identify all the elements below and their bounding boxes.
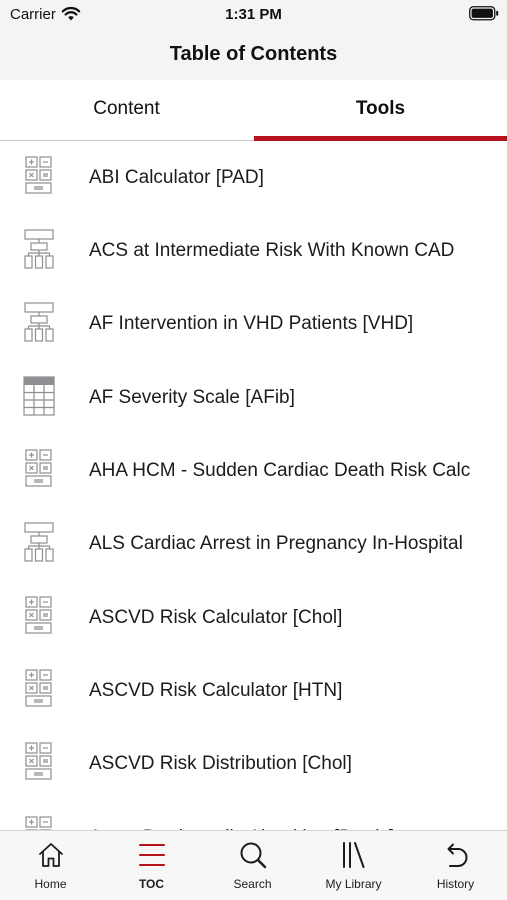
calculator-icon — [23, 155, 55, 197]
tab-bar-label: Home — [34, 877, 67, 891]
tab-bar-toc[interactable]: TOC — [101, 831, 202, 900]
tab-content[interactable]: Content — [0, 80, 253, 141]
calculator-icon — [23, 595, 55, 637]
list-item[interactable]: AF Severity Scale [AFib] — [0, 361, 507, 434]
list-item[interactable]: ABI Calculator [PAD] — [0, 141, 507, 214]
list-item[interactable]: ACS at Intermediate Risk With Known CAD — [0, 214, 507, 287]
algorithm-icon — [23, 228, 55, 270]
tools-list[interactable]: ABI Calculator [PAD] ACS at Intermediate… — [0, 141, 507, 830]
segmented-tabs: Content Tools — [0, 80, 507, 141]
list-item[interactable]: ALS Cardiac Arrest in Pregnancy In-Hospi… — [0, 507, 507, 580]
tab-bar-label: Search — [233, 877, 272, 891]
status-time: 1:31 PM — [225, 6, 282, 23]
list-item-label: ASCVD Risk Distribution [Chol] — [89, 753, 352, 774]
tab-bar-history[interactable]: History — [405, 831, 506, 900]
list-item-label: Acute Bradycardia Algorithm [Brady] — [89, 801, 501, 830]
calculator-icon — [23, 668, 55, 710]
list-item[interactable]: ASCVD Risk Calculator [Chol] — [0, 581, 507, 654]
list-item-label: ASCVD Risk Calculator [HTN] — [89, 680, 343, 701]
list-item-label: AF Severity Scale [AFib] — [89, 387, 295, 408]
tab-bar-search[interactable]: Search — [202, 831, 303, 900]
algorithm-icon — [23, 301, 55, 343]
list-item-label: ABI Calculator [PAD] — [89, 167, 264, 188]
search-icon — [240, 842, 267, 869]
tab-bar-my-library[interactable]: My Library — [303, 831, 404, 900]
tab-tools[interactable]: Tools — [254, 80, 507, 141]
home-icon — [39, 843, 63, 867]
tab-bar-home[interactable]: Home — [0, 831, 101, 900]
battery-icon — [469, 6, 499, 26]
table-icon — [23, 375, 55, 417]
list-item-label: ASCVD Risk Calculator [Chol] — [89, 607, 343, 628]
algorithm-icon — [23, 521, 55, 563]
navigation-bar: Table of Contents — [0, 30, 507, 80]
list-item[interactable]: AF Intervention in VHD Patients [VHD] — [0, 287, 507, 360]
toc-icon — [139, 844, 165, 866]
status-bar: Carrier 1:31 PM — [0, 0, 507, 30]
list-item[interactable]: ASCVD Risk Calculator [HTN] — [0, 654, 507, 727]
tab-bar-label: History — [436, 877, 475, 891]
tab-bar-label: My Library — [325, 877, 382, 891]
calculator-icon — [23, 815, 55, 830]
history-icon — [447, 843, 468, 867]
list-item-label: ALS Cardiac Arrest in Pregnancy In-Hospi… — [89, 533, 463, 554]
list-item[interactable]: AHA HCM - Sudden Cardiac Death Risk Calc — [0, 434, 507, 507]
list-item-label: AF Intervention in VHD Patients [VHD] — [89, 313, 414, 334]
calculator-icon — [23, 741, 55, 783]
calculator-icon — [23, 448, 55, 490]
list-item[interactable]: ASCVD Risk Distribution [Chol] — [0, 727, 507, 800]
bottom-tab-bar: Home TOC Search My Library History — [0, 830, 507, 900]
library-icon — [343, 842, 365, 868]
list-item[interactable]: Acute Bradycardia Algorithm [Brady] — [0, 801, 507, 830]
tab-bar-label: TOC — [138, 877, 165, 891]
page-title: Table of Contents — [169, 43, 338, 65]
list-item-label: AHA HCM - Sudden Cardiac Death Risk Calc — [89, 460, 471, 481]
list-item-label: ACS at Intermediate Risk With Known CAD — [89, 240, 455, 261]
